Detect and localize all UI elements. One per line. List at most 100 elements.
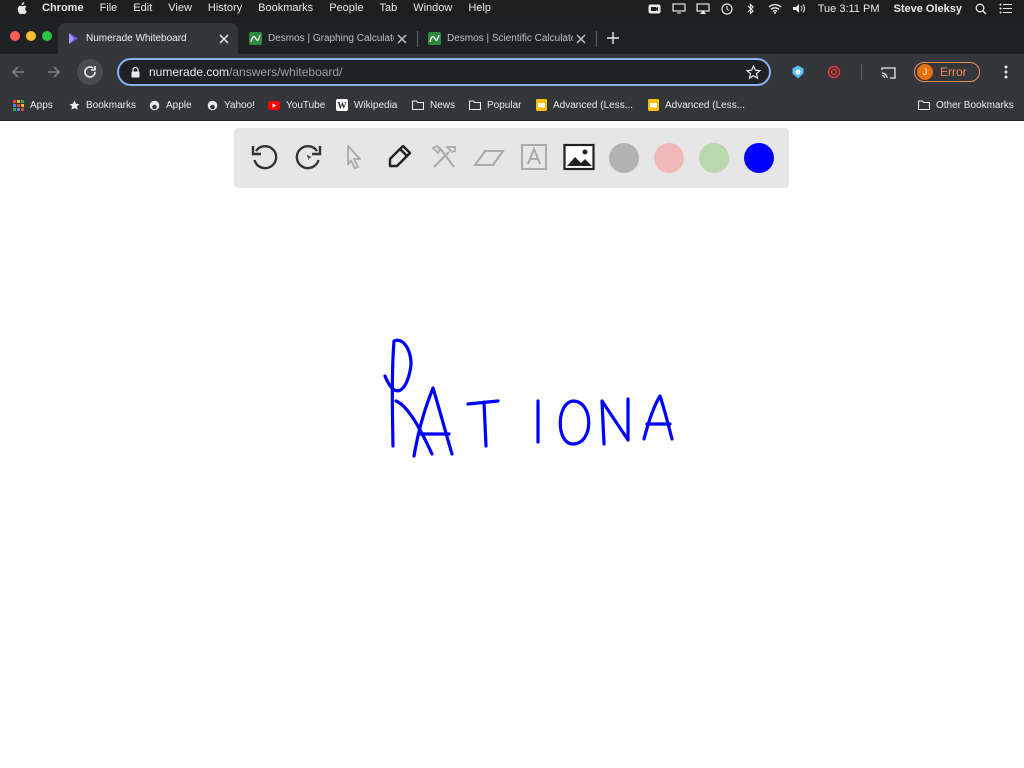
wifi-icon[interactable] (768, 3, 782, 15)
tab-label: Desmos | Graphing Calculator (268, 33, 394, 44)
select-pointer-icon[interactable] (337, 140, 371, 174)
url-path: /answers/whiteboard/ (229, 65, 343, 79)
wikipedia-icon: W (336, 99, 348, 111)
bluetooth-icon[interactable] (744, 2, 758, 15)
menu-view[interactable]: View (160, 0, 200, 17)
tab-strip: Numerade Whiteboard Desmos | Graphing Ca… (0, 17, 1024, 54)
extension-spiral-icon[interactable] (826, 64, 842, 80)
user-name[interactable]: Steve Oleksy (887, 3, 970, 15)
time-machine-icon[interactable] (720, 2, 734, 15)
menu-bookmarks[interactable]: Bookmarks (250, 0, 321, 17)
bookmark-label: Popular (487, 99, 522, 111)
eraser-icon[interactable] (472, 140, 506, 174)
bookmark-yahoo[interactable]: Yahoo! (206, 97, 255, 113)
minimize-window-button[interactable] (26, 31, 36, 41)
handwritten-text (383, 338, 674, 458)
pen-icon[interactable] (382, 140, 416, 174)
bookmark-bookmarks[interactable]: Bookmarks (68, 97, 136, 113)
spotlight-icon[interactable] (974, 3, 988, 15)
numerade-icon (66, 32, 80, 46)
toolbar-divider (861, 64, 862, 80)
globe-icon (148, 99, 160, 111)
bookmark-advanced-2[interactable]: Advanced (Less... (647, 97, 745, 113)
bookmark-label: Advanced (Less... (553, 99, 634, 111)
tab-label: Numerade Whiteboard (86, 33, 187, 44)
bookmark-other-bookmarks[interactable]: Other Bookmarks (918, 97, 1014, 113)
menu-app-name[interactable]: Chrome (42, 0, 92, 17)
globe-icon (206, 99, 218, 111)
bookmark-star-icon[interactable] (745, 64, 762, 80)
text-tool-icon[interactable] (517, 140, 551, 174)
folder-icon (469, 99, 481, 111)
tools-icon[interactable] (427, 140, 461, 174)
bookmark-label: Advanced (Less... (665, 99, 746, 111)
bookmark-label: YouTube (286, 99, 326, 111)
color-swatch-gray[interactable] (609, 143, 639, 173)
undo-icon[interactable] (247, 140, 281, 174)
zoom-window-button[interactable] (42, 31, 52, 41)
browser-toolbar: numerade.com/answers/whiteboard/ J Error (0, 54, 1024, 90)
color-swatch-pink[interactable] (654, 143, 684, 173)
tab-numerade-whiteboard[interactable]: Numerade Whiteboard (58, 23, 238, 54)
bookmark-advanced-1[interactable]: Advanced (Less... (535, 97, 633, 113)
address-bar[interactable]: numerade.com/answers/whiteboard/ (117, 58, 771, 86)
bookmark-apps[interactable]: Apps (12, 97, 53, 113)
macos-menu-bar: Chrome File Edit View History Bookmarks … (0, 0, 1024, 17)
menu-tab[interactable]: Tab (371, 0, 405, 17)
close-window-button[interactable] (10, 31, 20, 41)
avatar: J (917, 64, 933, 80)
tab-separator (596, 31, 597, 47)
desmos-icon (427, 32, 441, 46)
redo-icon[interactable] (292, 140, 326, 174)
extension-shield-icon[interactable] (790, 64, 806, 80)
cast-icon[interactable] (880, 64, 896, 80)
image-icon[interactable] (562, 140, 596, 174)
close-tab-icon[interactable] (216, 31, 232, 47)
close-tab-icon[interactable] (394, 31, 410, 47)
reload-icon[interactable] (77, 59, 103, 85)
bookmark-news[interactable]: News (412, 97, 455, 113)
bookmark-youtube[interactable]: YouTube (268, 97, 325, 113)
notification-center-icon[interactable] (998, 3, 1012, 15)
forward-icon[interactable] (43, 61, 65, 83)
menu-window[interactable]: Window (405, 0, 460, 17)
tab-desmos-graphing[interactable]: Desmos | Graphing Calculator (240, 23, 416, 54)
color-swatch-blue[interactable] (744, 143, 774, 173)
bookmark-label: News (430, 99, 456, 111)
zoom-icon[interactable] (648, 3, 662, 15)
airplay-icon[interactable] (696, 3, 710, 15)
menu-help[interactable]: Help (460, 0, 499, 17)
apple-icon[interactable] (14, 2, 28, 16)
lock-icon[interactable] (129, 66, 141, 78)
desmos-icon (248, 32, 262, 46)
whiteboard-toolbar (234, 128, 789, 188)
menu-history[interactable]: History (200, 0, 250, 17)
menu-people[interactable]: People (321, 0, 371, 17)
tab-desmos-scientific[interactable]: Desmos | Scientific Calculator (419, 23, 595, 54)
menu-file[interactable]: File (92, 0, 126, 17)
folder-icon (918, 99, 930, 111)
bookmark-label: Apple (166, 99, 192, 111)
bookmark-apple[interactable]: Apple (148, 97, 192, 113)
close-tab-icon[interactable] (573, 31, 589, 47)
drawing-canvas[interactable] (0, 196, 1024, 768)
slides-icon (535, 99, 547, 111)
new-tab-icon[interactable] (604, 29, 622, 47)
chrome-menu-icon[interactable] (998, 64, 1014, 80)
profile-status: Error (940, 65, 967, 79)
volume-icon[interactable] (792, 3, 806, 15)
bookmark-label: Other Bookmarks (936, 99, 1014, 111)
svg-text:W: W (338, 101, 347, 111)
slides-icon (647, 99, 659, 111)
bookmark-popular[interactable]: Popular (469, 97, 521, 113)
color-swatch-green[interactable] (699, 143, 729, 173)
profile-button[interactable]: J Error (914, 62, 980, 82)
bookmark-label: Wikipedia (354, 99, 398, 111)
tab-separator (417, 31, 418, 47)
menu-edit[interactable]: Edit (125, 0, 160, 17)
bookmark-wikipedia[interactable]: W Wikipedia (336, 97, 397, 113)
display-mirror-icon[interactable] (672, 3, 686, 15)
url-text[interactable]: numerade.com/answers/whiteboard/ (149, 65, 342, 79)
back-icon[interactable] (7, 61, 29, 83)
clock[interactable]: Tue 3:11 PM (811, 3, 887, 15)
